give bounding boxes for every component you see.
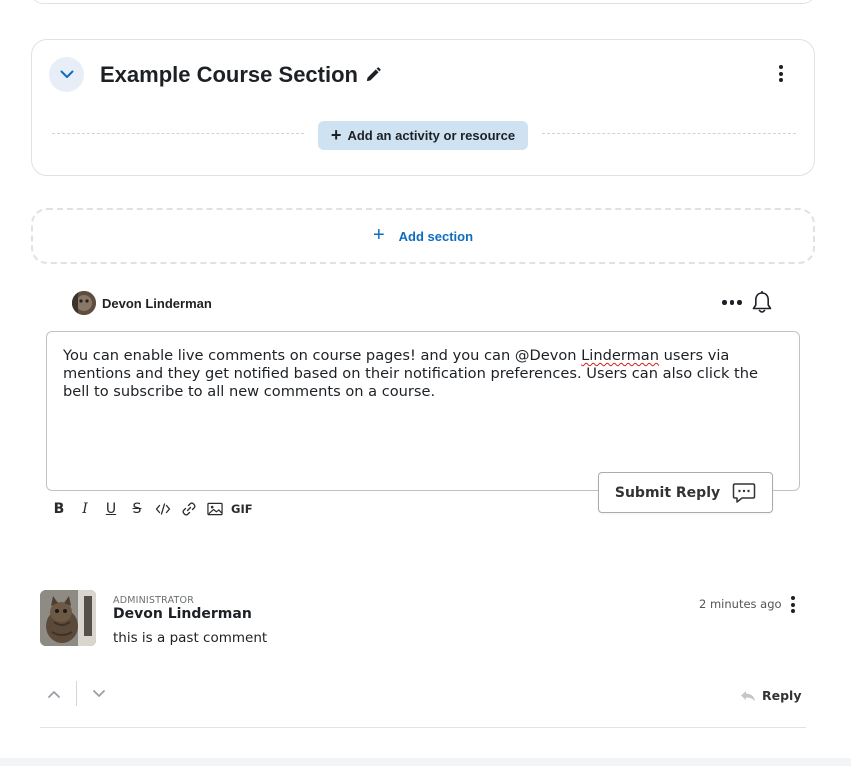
vote-divider bbox=[76, 681, 77, 706]
strikethrough-icon[interactable]: S bbox=[129, 500, 145, 518]
collapse-section-button[interactable] bbox=[49, 57, 84, 92]
divider-left bbox=[52, 133, 304, 134]
add-section-button[interactable]: + Add section bbox=[31, 208, 815, 264]
bell-icon[interactable] bbox=[751, 290, 773, 315]
bold-icon[interactable]: B bbox=[51, 500, 67, 518]
downvote-icon[interactable] bbox=[92, 687, 106, 699]
section-title-text: Example Course Section bbox=[100, 62, 358, 87]
page-footer-strip bbox=[0, 758, 851, 766]
add-activity-button[interactable]: + Add an activity or resource bbox=[318, 121, 528, 150]
comment-timestamp: 2 minutes ago bbox=[699, 597, 782, 611]
editor-text-start: You can enable live comments on course p… bbox=[63, 347, 582, 364]
submit-reply-label: Submit Reply bbox=[614, 484, 721, 501]
code-icon[interactable] bbox=[155, 500, 171, 518]
add-activity-label: Add an activity or resource bbox=[347, 128, 516, 143]
upvote-icon[interactable] bbox=[47, 687, 61, 699]
course-section-card: Example Course Section + Add an activity… bbox=[31, 39, 815, 176]
reply-arrow-icon bbox=[741, 690, 755, 701]
add-section-label: Add section bbox=[398, 228, 474, 244]
composer-header: Devon Linderman bbox=[72, 291, 212, 315]
chevron-down-icon bbox=[60, 70, 73, 78]
comment-menu-icon[interactable] bbox=[790, 596, 796, 613]
editor-toolbar: B I U S GIF bbox=[51, 499, 253, 519]
composer-user-name: Devon Linderman bbox=[102, 295, 212, 311]
link-icon[interactable] bbox=[181, 500, 197, 518]
comment-bubble-icon bbox=[732, 482, 756, 503]
divider-right bbox=[542, 133, 796, 134]
italic-icon[interactable]: I bbox=[77, 500, 93, 518]
avatar bbox=[72, 291, 96, 315]
image-icon[interactable] bbox=[207, 500, 223, 518]
gif-button[interactable]: GIF bbox=[231, 502, 253, 516]
comment-divider bbox=[40, 727, 806, 728]
pencil-icon[interactable] bbox=[364, 66, 382, 84]
underline-icon[interactable]: U bbox=[103, 500, 119, 518]
reply-label: Reply bbox=[762, 688, 802, 703]
comment-author-role: ADMINISTRATOR bbox=[113, 595, 195, 606]
comment-text: this is a past comment bbox=[113, 630, 268, 646]
editor-misspelled-word: Linderman bbox=[581, 347, 659, 364]
plus-icon: + bbox=[372, 223, 385, 246]
comment-avatar bbox=[40, 590, 96, 646]
reply-button[interactable]: Reply bbox=[740, 688, 801, 703]
submit-reply-button[interactable]: Submit Reply bbox=[598, 472, 773, 513]
comment-editor[interactable]: You can enable live comments on course p… bbox=[46, 331, 800, 491]
more-options-icon[interactable] bbox=[722, 300, 742, 305]
section-title: Example Course Section bbox=[100, 62, 382, 88]
section-menu-icon[interactable] bbox=[778, 65, 784, 82]
plus-icon: + bbox=[330, 124, 342, 145]
comment-author-name: Devon Linderman bbox=[113, 606, 252, 622]
previous-section-card bbox=[31, 0, 815, 4]
